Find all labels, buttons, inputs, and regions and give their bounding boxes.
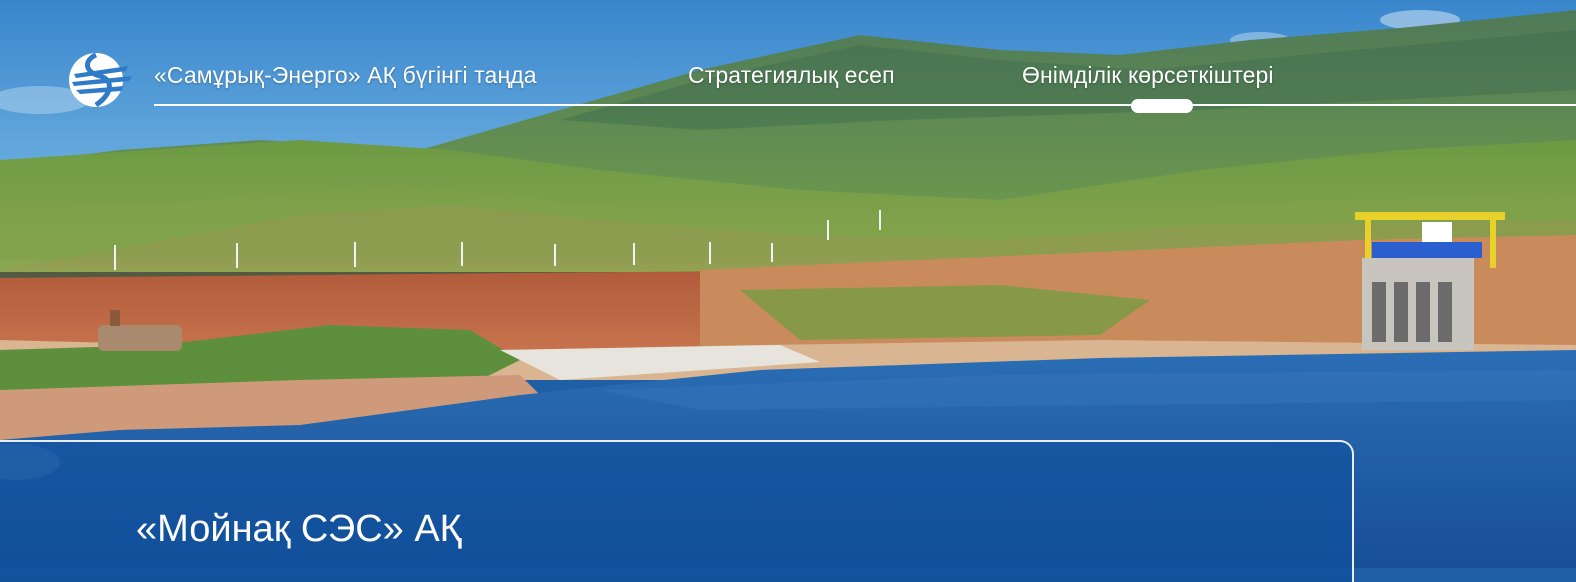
nav-divider-line [154,104,1576,106]
nav-item-strategic-report[interactable]: Стратегиялық есеп [688,62,895,89]
page-title: «Мойнақ СЭС» АҚ [136,508,462,551]
main-navigation: «Самұрық-Энерго» АҚ бүгінгі таңда Страте… [0,0,1576,120]
nav-item-performance-indicators[interactable]: Өнімділік көрсеткіштері [1022,62,1274,89]
nav-item-company-today[interactable]: «Самұрық-Энерго» АҚ бүгінгі таңда [154,62,537,89]
nav-active-indicator [1131,99,1193,113]
